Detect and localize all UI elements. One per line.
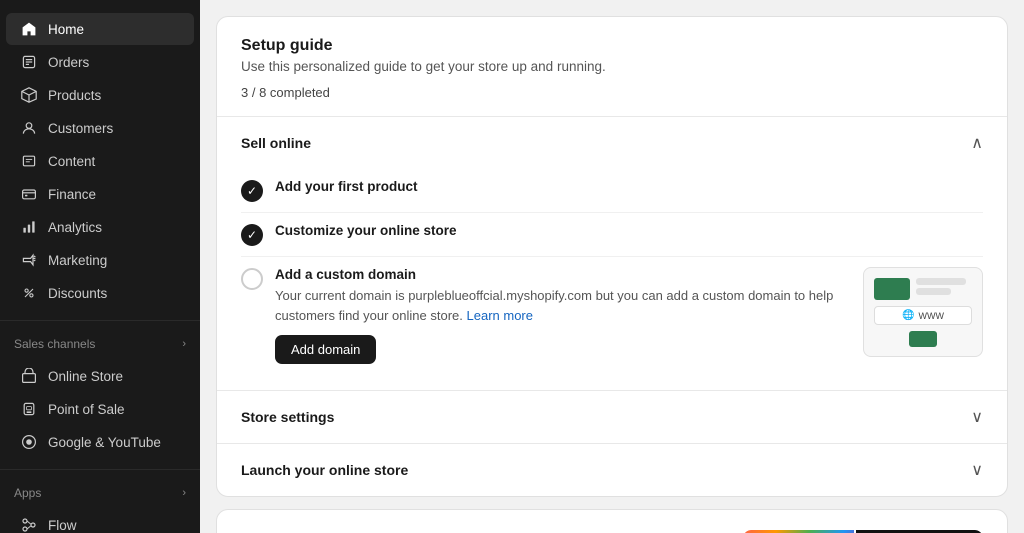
- sidebar-item-online-store[interactable]: Online Store: [6, 360, 194, 392]
- setup-guide-description: Use this personalized guide to get your …: [241, 59, 983, 74]
- sidebar-divider-2: [0, 469, 200, 470]
- checkmark-done-icon: ✓: [241, 180, 263, 202]
- checkmark-done-icon-2: ✓: [241, 224, 263, 246]
- domain-green-block: [874, 278, 910, 300]
- setup-guide-card: Setup guide Use this personalized guide …: [216, 16, 1008, 497]
- apps-header: Apps ›: [0, 476, 200, 504]
- main-content: Setup guide Use this personalized guide …: [200, 0, 1024, 533]
- analytics-icon: [20, 218, 38, 236]
- flow-icon: [20, 516, 38, 533]
- sales-channels-header: Sales channels ›: [0, 327, 200, 355]
- apps-expand-icon[interactable]: ›: [182, 487, 186, 499]
- learn-more-link[interactable]: Learn more: [467, 308, 533, 323]
- launch-store-title: Launch your online store: [241, 462, 408, 478]
- domain-preview-illustration: 🌐 WWW: [863, 267, 983, 357]
- home-icon: [20, 20, 38, 38]
- store-settings-section-row[interactable]: Store settings ∨: [217, 390, 1007, 443]
- globe-icon: 🌐: [902, 310, 914, 321]
- add-domain-button[interactable]: Add domain: [275, 335, 376, 364]
- customers-icon: [20, 119, 38, 137]
- sidebar: Home Orders Products Customers Content: [0, 0, 200, 533]
- nav-section: Home Orders Products Customers Content: [0, 8, 200, 314]
- store-settings-title: Store settings: [241, 409, 334, 425]
- marketing-icon: [20, 251, 38, 269]
- sidebar-item-orders[interactable]: Orders: [6, 46, 194, 78]
- discounts-icon: [20, 284, 38, 302]
- editions-card: Shopify Editions | Winter '25 Explore 15…: [216, 509, 1008, 533]
- products-icon: [20, 86, 38, 104]
- pos-icon: [20, 400, 38, 418]
- launch-store-section-row[interactable]: Launch your online store ∨: [217, 443, 1007, 496]
- content-icon: [20, 152, 38, 170]
- checklist-item-first-product[interactable]: ✓ Add your first product: [241, 169, 983, 213]
- sidebar-item-finance[interactable]: Finance: [6, 178, 194, 210]
- sidebar-item-customers[interactable]: Customers: [6, 112, 194, 144]
- sidebar-item-point-of-sale[interactable]: Point of Sale: [6, 393, 194, 425]
- setup-guide-title: Setup guide: [241, 37, 983, 55]
- google-icon: [20, 433, 38, 451]
- checklist-item-customize-store[interactable]: ✓ Customize your online store: [241, 213, 983, 257]
- sidebar-item-discounts[interactable]: Discounts: [6, 277, 194, 309]
- checklist-label: Add your first product: [275, 179, 983, 194]
- sell-online-chevron-icon: ∧: [971, 133, 983, 153]
- sidebar-item-flow[interactable]: Flow: [6, 509, 194, 533]
- finance-icon: [20, 185, 38, 203]
- sidebar-item-home[interactable]: Home: [6, 13, 194, 45]
- sell-online-title: Sell online: [241, 135, 311, 151]
- checklist-label-2: Customize your online store: [275, 223, 983, 238]
- sidebar-item-products[interactable]: Products: [6, 79, 194, 111]
- sales-channels-expand-icon[interactable]: ›: [182, 338, 186, 350]
- editions-card-inner: Shopify Editions | Winter '25 Explore 15…: [217, 510, 1007, 533]
- setup-guide-header: Setup guide Use this personalized guide …: [217, 17, 1007, 116]
- sell-online-body: ✓ Add your first product ✓ Customize you…: [217, 169, 1007, 390]
- checkmark-pending-icon: [241, 268, 263, 290]
- apps-section: Flow Theme Access: [0, 504, 200, 533]
- sales-channels-section: Online Store Point of Sale Google & YouT…: [0, 355, 200, 463]
- sidebar-item-content[interactable]: Content: [6, 145, 194, 177]
- custom-domain-desc: Your current domain is purpleblueoffcial…: [275, 286, 839, 325]
- orders-icon: [20, 53, 38, 71]
- checklist-label-3: Add a custom domain: [275, 267, 839, 282]
- store-settings-chevron-icon: ∨: [971, 407, 983, 427]
- sidebar-item-analytics[interactable]: Analytics: [6, 211, 194, 243]
- sidebar-item-marketing[interactable]: Marketing: [6, 244, 194, 276]
- sidebar-divider-1: [0, 320, 200, 321]
- domain-line-1: [916, 278, 966, 285]
- checklist-item-custom-domain[interactable]: Add a custom domain Your current domain …: [241, 257, 983, 374]
- sidebar-item-google-youtube[interactable]: Google & YouTube: [6, 426, 194, 458]
- domain-url-row: 🌐 WWW: [874, 306, 972, 325]
- store-icon: [20, 367, 38, 385]
- sell-online-section-row[interactable]: Sell online ∧: [217, 116, 1007, 169]
- domain-line-2: [916, 288, 951, 295]
- launch-store-chevron-icon: ∨: [971, 460, 983, 480]
- progress-text: 3 / 8 completed: [241, 85, 330, 100]
- domain-green-block-sm: [909, 331, 937, 347]
